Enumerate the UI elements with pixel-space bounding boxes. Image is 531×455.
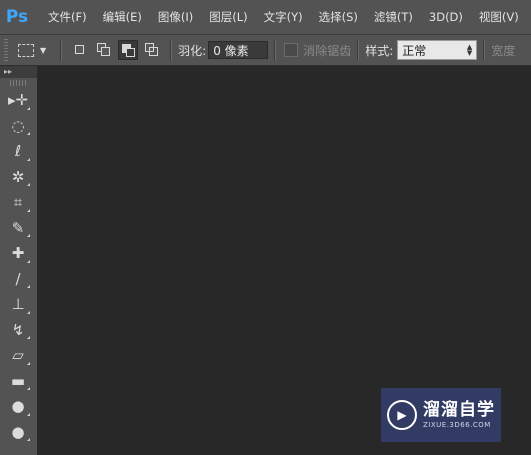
tool-button[interactable]: ⊥ (0, 292, 36, 318)
eraser-icon: ▱ (12, 346, 24, 365)
elliptical-marquee-icon: ◌ (11, 116, 25, 135)
antialias-checkbox[interactable] (284, 43, 299, 57)
options-bar-grip[interactable] (4, 39, 8, 61)
move-tool-icon: ▸✛ (7, 91, 29, 110)
tool-button[interactable]: ∕ (0, 267, 36, 293)
history-brush-icon: ↯ (11, 320, 25, 339)
more-tools-indicator-icon (27, 234, 30, 237)
menu-image[interactable]: 图像(I) (150, 0, 201, 34)
menu-3d[interactable]: 3D(D) (421, 0, 471, 34)
more-tools-indicator-icon (27, 438, 30, 441)
more-tools-indicator-icon (27, 208, 30, 212)
menu-select[interactable]: 选择(S) (311, 0, 366, 34)
more-tools-indicator-icon (27, 387, 30, 390)
divider (483, 39, 486, 61)
menu-layer[interactable]: 图层(L) (201, 0, 255, 34)
tools-panel-grip[interactable] (10, 80, 27, 86)
style-label: 样式: (365, 43, 394, 58)
tool-button[interactable]: ▱ (0, 343, 36, 369)
magic-wand-icon: ✲ (11, 167, 25, 186)
style-select-value: 正常 (402, 43, 427, 58)
select-arrows-icon: ▲ ▼ (466, 43, 473, 57)
more-tools-indicator-icon (27, 412, 30, 416)
brush-icon: ∕ (15, 269, 21, 288)
more-tools-indicator-icon (27, 285, 30, 288)
divider (60, 39, 63, 61)
crop-icon: ⌗ (13, 193, 23, 212)
antialias-label: 消除锯齿 (303, 43, 352, 58)
tool-button[interactable]: ↯ (0, 318, 36, 344)
tool-button[interactable]: ◌ (0, 114, 36, 140)
options-bar: ▼ 羽化: 0 像素 消除锯齿 样式: 正常 ▲ ▼ 宽度 (0, 34, 531, 66)
style-select[interactable]: 正常 ▲ ▼ (397, 40, 478, 60)
eyedropper-icon: ✎ (11, 218, 25, 237)
divider (274, 39, 277, 61)
more-tools-indicator-icon (27, 336, 30, 339)
clone-stamp-icon: ⊥ (11, 295, 25, 314)
gradient-icon: ▬ (10, 371, 26, 390)
tool-list: ▸✛ ◌ ℓ ✲ ⌗ ✎ ✚ ∕ ⊥ ↯ ▱ ▬ ● ● (0, 88, 37, 445)
tool-button[interactable]: ℓ (0, 139, 36, 165)
divider (357, 39, 360, 61)
watermark-title: 溜溜自学 (423, 400, 495, 420)
tools-panel: ▸▸ ▸✛ ◌ ℓ ✲ ⌗ ✎ ✚ ∕ ⊥ ↯ ▱ ▬ ● ● (0, 66, 38, 455)
more-tools-indicator-icon (27, 310, 30, 314)
tool-button[interactable]: ▸✛ (0, 88, 36, 114)
more-tools-indicator-icon (27, 132, 30, 135)
tool-button[interactable]: ● (0, 420, 36, 446)
menu-view[interactable]: 视图(V) (471, 0, 527, 34)
feather-input[interactable]: 0 像素 (208, 41, 269, 59)
more-tools-indicator-icon (27, 361, 30, 365)
tool-button[interactable]: ✎ (0, 216, 36, 242)
tool-preset-dropdown-icon[interactable]: ▼ (40, 46, 46, 55)
collapse-panel-icon[interactable]: ▸▸ (0, 66, 37, 78)
tool-button[interactable]: ● (0, 394, 36, 420)
photoshop-logo-icon: Ps (5, 7, 29, 27)
feather-label: 羽化: (178, 43, 207, 58)
subtract-from-selection-button[interactable] (118, 40, 139, 60)
healing-brush-icon: ✚ (11, 244, 25, 263)
menu-edit[interactable]: 编辑(E) (95, 0, 150, 34)
intersect-selection-button[interactable] (142, 40, 162, 60)
tool-button[interactable]: ✚ (0, 241, 36, 267)
more-tools-indicator-icon (27, 259, 30, 263)
blur-icon: ● (11, 397, 25, 416)
more-tools-indicator-icon (27, 157, 30, 161)
more-tools-indicator-icon (27, 183, 30, 186)
watermark: ▶ 溜溜自学 ZIXUE.3D66.COM (381, 388, 501, 442)
dodge-icon: ● (11, 422, 25, 441)
menu-filter[interactable]: 滤镜(T) (366, 0, 421, 34)
tool-button[interactable]: ▬ (0, 369, 36, 395)
width-label: 宽度 (491, 43, 516, 58)
tool-button[interactable]: ✲ (0, 165, 36, 191)
rectangular-marquee-preset-icon[interactable] (18, 43, 34, 57)
divider (170, 39, 173, 61)
watermark-subtitle: ZIXUE.3D66.COM (423, 421, 491, 429)
add-to-selection-button[interactable] (94, 40, 114, 60)
tool-button[interactable]: ⌗ (0, 190, 36, 216)
menu-bar: Ps 文件(F) 编辑(E) 图像(I) 图层(L) 文字(Y) 选择(S) 滤… (0, 0, 531, 34)
more-tools-indicator-icon (27, 106, 30, 110)
play-logo-icon: ▶ (387, 400, 417, 430)
menu-type[interactable]: 文字(Y) (256, 0, 311, 34)
lasso-icon: ℓ (14, 142, 22, 161)
new-selection-button[interactable] (70, 40, 90, 60)
menu-file[interactable]: 文件(F) (40, 0, 95, 34)
